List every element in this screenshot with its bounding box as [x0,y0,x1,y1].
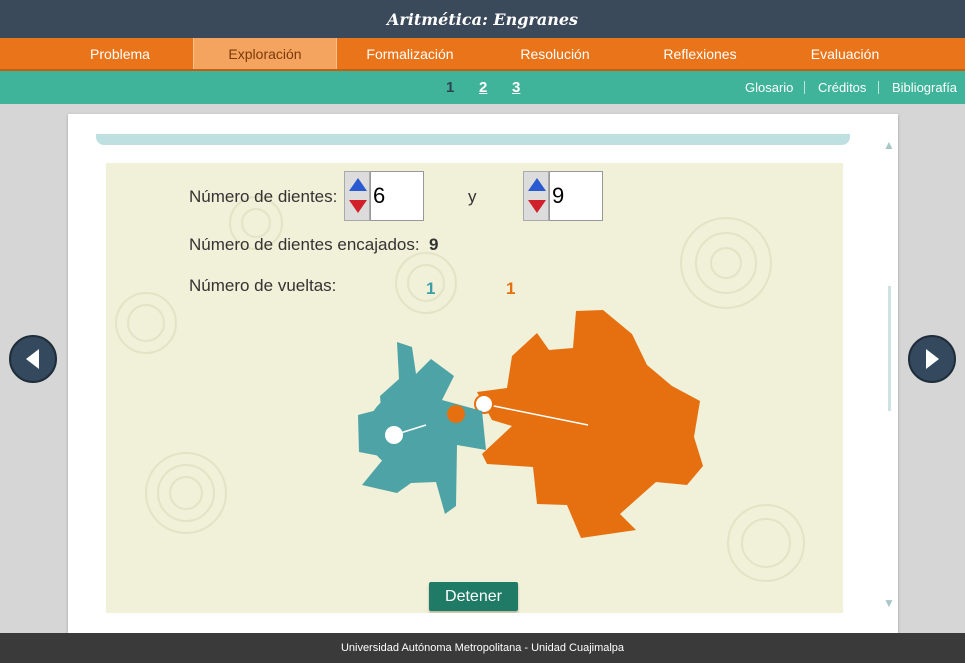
page-link-1[interactable]: 1 [446,79,454,96]
scroll-up-icon[interactable]: ▲ [883,138,895,152]
arrow-right-icon [926,349,939,369]
large-gear [474,310,703,538]
bibliografia-link[interactable]: Bibliografía [892,80,957,95]
tab-resolucion[interactable]: Resolución [485,38,625,69]
sub-nav: 1 2 3 Glosario Créditos Bibliografía [0,71,965,104]
next-page-button[interactable] [908,335,956,383]
glosario-link[interactable]: Glosario [745,80,793,95]
tab-formalizacion[interactable]: Formalización [340,38,480,69]
card-top-bar [96,134,850,145]
page-link-3[interactable]: 3 [512,79,520,96]
app-title: Aritmética: Engranes [386,9,579,29]
title-bar: Aritmética: Engranes [0,0,965,38]
arrow-left-icon [26,349,39,369]
footer-text: Universidad Autónoma Metropolitana - Uni… [340,642,625,654]
tab-reflexiones[interactable]: Reflexiones [630,38,770,69]
creditos-link[interactable]: Créditos [818,80,866,95]
scroll-down-icon[interactable]: ▼ [883,596,895,610]
small-gear [358,342,486,514]
tab-problema[interactable]: Problema [50,38,190,69]
content-card: ▲ ▼ Número de dientes: y [68,114,898,633]
footer: Universidad Autónoma Metropolitana - Uni… [0,633,965,663]
tab-evaluacion[interactable]: Evaluación [775,38,915,69]
tab-exploracion[interactable]: Exploración [193,38,337,69]
main-nav: Problema Exploración Formalización Resol… [0,38,965,71]
scrollbar[interactable] [888,286,891,411]
divider [878,81,879,94]
gear-exploration-stage: Número de dientes: y Número de dientes e… [106,163,843,613]
page-link-2[interactable]: 2 [479,79,487,96]
gears-canvas [358,310,703,538]
divider [804,81,805,94]
stop-button[interactable]: Detener [429,582,518,611]
previous-page-button[interactable] [9,335,57,383]
